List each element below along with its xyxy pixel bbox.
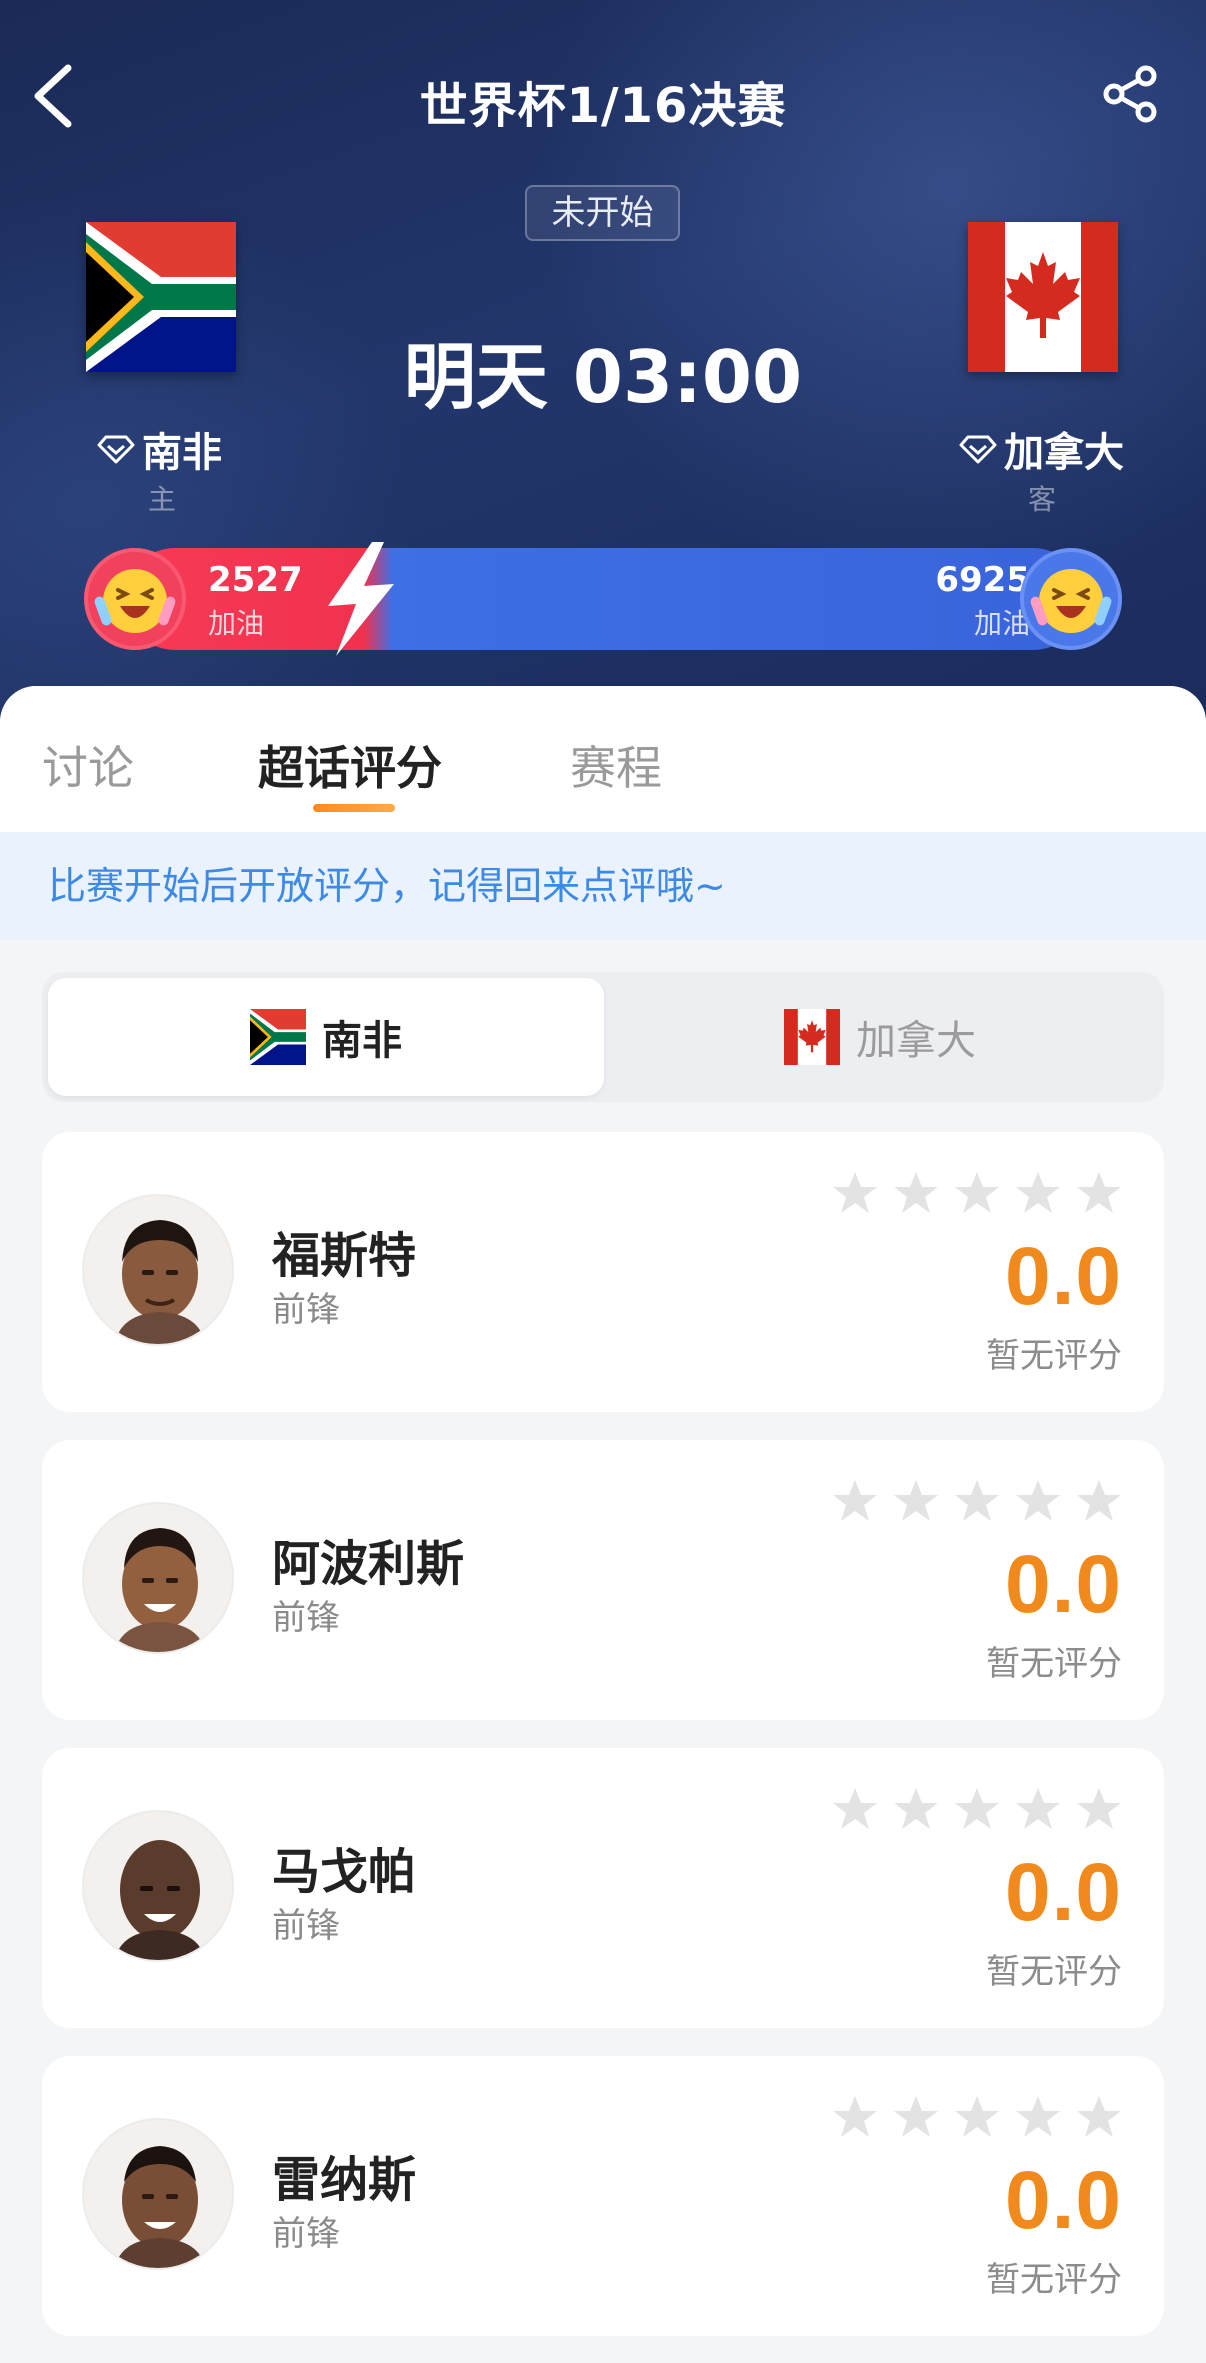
player-name: 福斯特 [272, 1228, 417, 1284]
canada-flag-icon [784, 1009, 840, 1065]
star-rating[interactable] [832, 1170, 1122, 1216]
player-name: 马戈帕 [272, 1844, 417, 1900]
tab-bar: 讨论 超话评分 赛程 [0, 686, 1206, 832]
team-switcher: 南非 加拿大 [42, 972, 1164, 1102]
star-rating[interactable] [832, 1478, 1122, 1524]
player-position: 前锋 [272, 2214, 340, 2254]
player-avatar [82, 1194, 234, 1346]
star-icon[interactable] [832, 1786, 878, 1832]
star-icon[interactable] [893, 1478, 939, 1524]
player-position: 前锋 [272, 1598, 340, 1638]
player-photo [114, 1528, 206, 1652]
score-note: 暂无评分 [986, 2260, 1122, 2300]
home-team-label: 南非 [142, 430, 222, 476]
player-name: 阿波利斯 [272, 1536, 465, 1592]
player-score: 0.0 [1005, 2155, 1122, 2246]
star-icon[interactable] [954, 1478, 1000, 1524]
away-role-label: 客 [1028, 483, 1057, 516]
player-score: 0.0 [1005, 1231, 1122, 1322]
team-switch-home[interactable]: 南非 [48, 978, 604, 1096]
star-rating[interactable] [832, 2094, 1122, 2140]
player-position: 前锋 [272, 1906, 340, 1946]
tab-discussion[interactable]: 讨论 [42, 732, 134, 798]
player-avatar [82, 1502, 234, 1654]
canada-flag[interactable] [968, 222, 1118, 372]
home-role-label: 主 [148, 483, 177, 516]
laughing-face-icon [1030, 569, 1112, 633]
team-switch-home-label: 南非 [322, 1018, 402, 1064]
match-status-badge: 未开始 [525, 185, 680, 241]
star-icon[interactable] [1015, 1478, 1061, 1524]
home-team-name[interactable]: 南非 [96, 420, 222, 478]
player-avatar [82, 2118, 234, 2270]
star-icon[interactable] [954, 2094, 1000, 2140]
home-cheer-button[interactable] [84, 548, 186, 650]
player-avatar [82, 1810, 234, 1962]
cheer-bar: 2527 加油 6925 加油 [84, 542, 1122, 656]
team-switch-away-label: 加拿大 [856, 1018, 976, 1064]
home-cheer-count: 2527 [208, 560, 303, 600]
diamond-icon [959, 435, 997, 464]
star-rating[interactable] [832, 1786, 1122, 1832]
south-africa-flag[interactable] [86, 222, 236, 372]
star-icon[interactable] [1015, 1786, 1061, 1832]
player-card[interactable]: 雷纳斯 前锋 0.0 暂无评分 [42, 2056, 1164, 2336]
page-title: 世界杯1/16决赛 [419, 78, 787, 134]
star-icon[interactable] [954, 1170, 1000, 1216]
tab-rating[interactable]: 超话评分 [258, 732, 442, 798]
team-switch-away[interactable]: 加拿大 [602, 978, 1158, 1096]
share-button[interactable] [1100, 64, 1160, 124]
away-cheer-button[interactable] [1020, 548, 1122, 650]
away-cheer-count: 6925 [935, 560, 1030, 600]
star-icon[interactable] [1076, 1786, 1122, 1832]
star-icon[interactable] [893, 2094, 939, 2140]
player-card[interactable]: 阿波利斯 前锋 0.0 暂无评分 [42, 1440, 1164, 1720]
match-header: 世界杯1/16决赛 未开始 明天 03:00 南非 加拿大 主 客 2527 加… [0, 0, 1206, 720]
star-icon[interactable] [832, 2094, 878, 2140]
star-icon[interactable] [954, 1786, 1000, 1832]
star-icon[interactable] [893, 1170, 939, 1216]
player-name: 雷纳斯 [272, 2152, 417, 2208]
star-icon[interactable] [1015, 2094, 1061, 2140]
away-team-label: 加拿大 [1004, 430, 1124, 476]
star-icon[interactable] [832, 1170, 878, 1216]
star-icon[interactable] [1076, 1478, 1122, 1524]
score-note: 暂无评分 [986, 1952, 1122, 1992]
home-cheer-label: 加油 [208, 607, 265, 640]
away-team-name[interactable]: 加拿大 [958, 420, 1124, 478]
player-photo [114, 1840, 206, 1960]
star-icon[interactable] [1076, 1170, 1122, 1216]
star-icon[interactable] [1015, 1170, 1061, 1216]
content-sheet: 讨论 超话评分 赛程 比赛开始后开放评分，记得回来点评哦~ 南非 加拿大 福斯特… [0, 686, 1206, 2363]
south-africa-flag-icon [250, 1009, 306, 1065]
player-position: 前锋 [272, 1290, 340, 1330]
diamond-icon [97, 435, 135, 464]
share-icon [1103, 65, 1157, 123]
player-photo [114, 2146, 206, 2268]
player-score: 0.0 [1005, 1539, 1122, 1630]
tab-schedule[interactable]: 赛程 [570, 732, 662, 798]
player-card[interactable]: 马戈帕 前锋 0.0 暂无评分 [42, 1748, 1164, 2028]
star-icon[interactable] [832, 1478, 878, 1524]
rating-notice: 比赛开始后开放评分，记得回来点评哦~ [0, 832, 1206, 940]
score-note: 暂无评分 [986, 1644, 1122, 1684]
laughing-face-icon [94, 569, 176, 633]
lightning-icon [328, 542, 394, 656]
player-photo [114, 1220, 206, 1344]
star-icon[interactable] [1076, 2094, 1122, 2140]
score-note: 暂无评分 [986, 1336, 1122, 1376]
player-card[interactable]: 福斯特 前锋 0.0 暂无评分 [42, 1132, 1164, 1412]
active-tab-indicator [313, 804, 395, 812]
player-score: 0.0 [1005, 1847, 1122, 1938]
star-icon[interactable] [893, 1786, 939, 1832]
